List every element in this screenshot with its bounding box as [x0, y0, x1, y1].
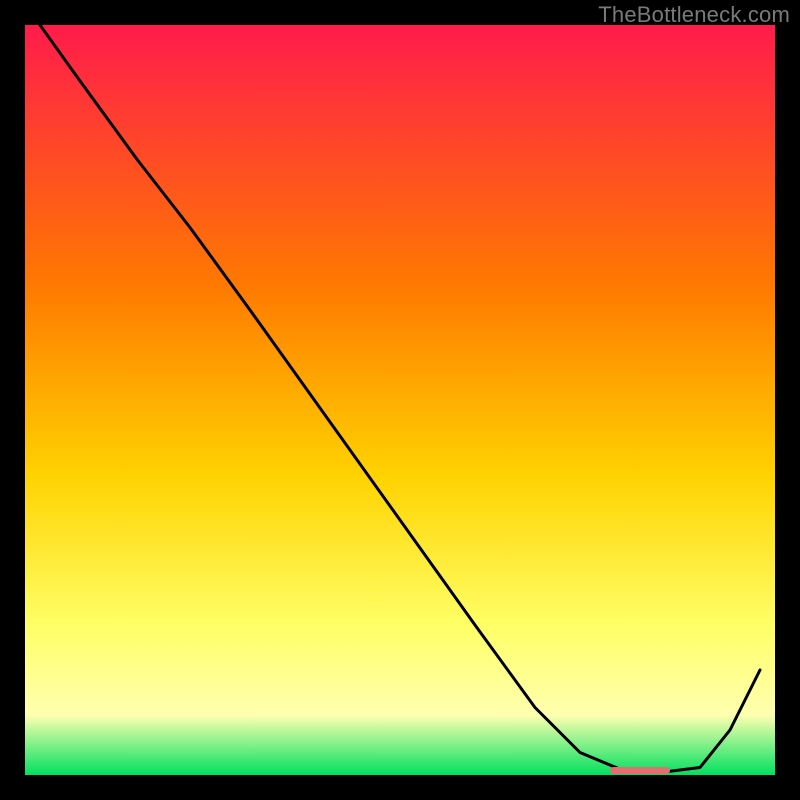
bottleneck-gradient-chart [25, 25, 775, 775]
gradient-background [25, 25, 775, 775]
chart-svg [25, 25, 775, 775]
optimal-marker [610, 767, 670, 774]
